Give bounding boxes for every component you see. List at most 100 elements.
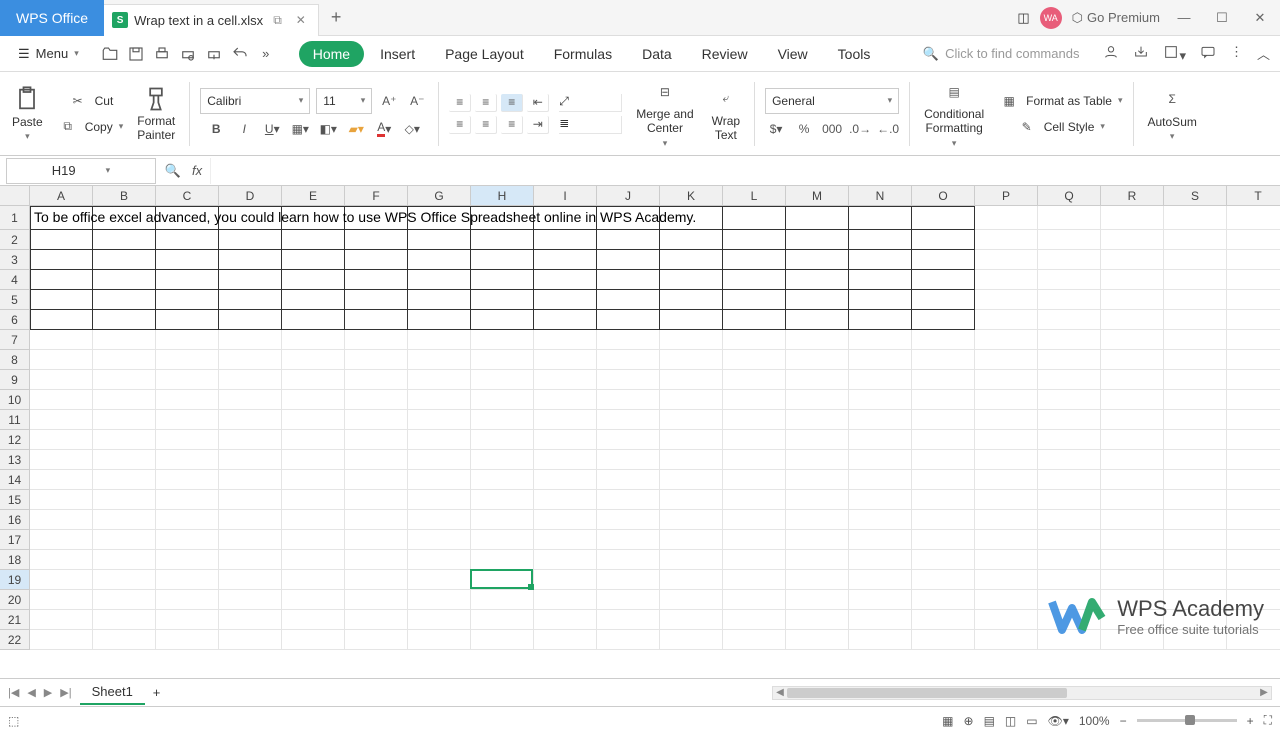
- cell[interactable]: [282, 550, 345, 570]
- cell[interactable]: [534, 430, 597, 450]
- cell[interactable]: [786, 450, 849, 470]
- save-icon[interactable]: [127, 45, 145, 63]
- reading-view-icon[interactable]: 👁▾: [1048, 714, 1069, 728]
- cell[interactable]: [345, 250, 408, 270]
- cell[interactable]: [1038, 490, 1101, 510]
- cell[interactable]: [975, 230, 1038, 250]
- cell[interactable]: [723, 450, 786, 470]
- number-format-select[interactable]: General▾: [765, 88, 899, 114]
- cell[interactable]: [1164, 290, 1227, 310]
- cell[interactable]: [723, 270, 786, 290]
- sheet-tab-1[interactable]: Sheet1: [80, 680, 145, 705]
- cell[interactable]: [345, 530, 408, 550]
- cell[interactable]: [282, 430, 345, 450]
- cell[interactable]: [912, 310, 975, 330]
- cell[interactable]: [975, 570, 1038, 590]
- col-header-M[interactable]: M: [786, 186, 849, 206]
- cell[interactable]: [219, 330, 282, 350]
- cell[interactable]: [156, 350, 219, 370]
- currency-icon[interactable]: $▾: [765, 118, 787, 140]
- cell[interactable]: [93, 590, 156, 610]
- cell[interactable]: [534, 290, 597, 310]
- cell[interactable]: [912, 350, 975, 370]
- cell[interactable]: [975, 330, 1038, 350]
- cell[interactable]: [849, 350, 912, 370]
- cell[interactable]: [1101, 206, 1164, 230]
- cell[interactable]: [471, 350, 534, 370]
- cell[interactable]: [786, 370, 849, 390]
- cell[interactable]: [1038, 450, 1101, 470]
- tab-insert[interactable]: Insert: [366, 41, 429, 67]
- cell[interactable]: [1164, 470, 1227, 490]
- decrease-font-icon[interactable]: A⁻: [406, 90, 428, 112]
- cell[interactable]: [408, 330, 471, 350]
- cell[interactable]: [975, 270, 1038, 290]
- paste-button[interactable]: Paste▾: [8, 83, 47, 144]
- cell[interactable]: [345, 310, 408, 330]
- cell[interactable]: [156, 370, 219, 390]
- fx-icon[interactable]: fx: [184, 163, 210, 178]
- decrease-decimal-icon[interactable]: ←.0: [877, 118, 899, 140]
- cell[interactable]: [30, 330, 93, 350]
- cell[interactable]: [849, 450, 912, 470]
- page-layout-icon[interactable]: ◫: [1005, 714, 1016, 728]
- align-right-icon[interactable]: ≡: [501, 116, 523, 134]
- col-header-I[interactable]: I: [534, 186, 597, 206]
- cell[interactable]: [282, 610, 345, 630]
- cell[interactable]: [219, 570, 282, 590]
- cell[interactable]: [30, 490, 93, 510]
- font-color-icon[interactable]: A▾: [373, 118, 395, 140]
- cell[interactable]: [597, 590, 660, 610]
- cell[interactable]: [534, 550, 597, 570]
- font-name-select[interactable]: Calibri▾: [200, 88, 310, 114]
- cell[interactable]: [1038, 206, 1101, 230]
- cell[interactable]: [912, 370, 975, 390]
- tab-tools[interactable]: Tools: [824, 41, 885, 67]
- col-header-E[interactable]: E: [282, 186, 345, 206]
- cell[interactable]: [849, 206, 912, 230]
- cell[interactable]: [660, 530, 723, 550]
- spreadsheet-grid[interactable]: ABCDEFGHIJKLMNOPQRST 1234567891011121314…: [0, 186, 1280, 678]
- cell[interactable]: [597, 510, 660, 530]
- zoom-slider[interactable]: [1137, 719, 1237, 722]
- cell[interactable]: [219, 630, 282, 650]
- cell[interactable]: [282, 290, 345, 310]
- cell[interactable]: [30, 630, 93, 650]
- cell[interactable]: [786, 206, 849, 230]
- cell[interactable]: [408, 590, 471, 610]
- cell[interactable]: [1164, 390, 1227, 410]
- cell[interactable]: [93, 290, 156, 310]
- cell[interactable]: [723, 310, 786, 330]
- col-header-O[interactable]: O: [912, 186, 975, 206]
- cell[interactable]: [408, 230, 471, 250]
- cell[interactable]: [282, 510, 345, 530]
- cell[interactable]: [219, 610, 282, 630]
- cell[interactable]: [1038, 250, 1101, 270]
- cell[interactable]: [534, 530, 597, 550]
- cell[interactable]: [912, 530, 975, 550]
- cell[interactable]: [1164, 570, 1227, 590]
- zoom-value[interactable]: 100%: [1079, 714, 1110, 728]
- more-icon[interactable]: »: [257, 45, 275, 63]
- cell[interactable]: [1164, 250, 1227, 270]
- cell[interactable]: [597, 310, 660, 330]
- cell[interactable]: [723, 330, 786, 350]
- cell[interactable]: [1227, 390, 1280, 410]
- cell[interactable]: [849, 490, 912, 510]
- cell[interactable]: [912, 270, 975, 290]
- tab-review[interactable]: Review: [688, 41, 762, 67]
- cell[interactable]: [156, 510, 219, 530]
- cell[interactable]: [219, 350, 282, 370]
- cell[interactable]: [408, 430, 471, 450]
- cell[interactable]: [1038, 290, 1101, 310]
- cell[interactable]: [597, 450, 660, 470]
- cell[interactable]: [1101, 550, 1164, 570]
- cell[interactable]: [408, 610, 471, 630]
- cell[interactable]: [1038, 470, 1101, 490]
- cell[interactable]: [219, 390, 282, 410]
- fill-color-icon[interactable]: ▰▾: [345, 118, 367, 140]
- cell[interactable]: [219, 370, 282, 390]
- cell[interactable]: [660, 290, 723, 310]
- cell[interactable]: [93, 250, 156, 270]
- cell[interactable]: [1038, 270, 1101, 290]
